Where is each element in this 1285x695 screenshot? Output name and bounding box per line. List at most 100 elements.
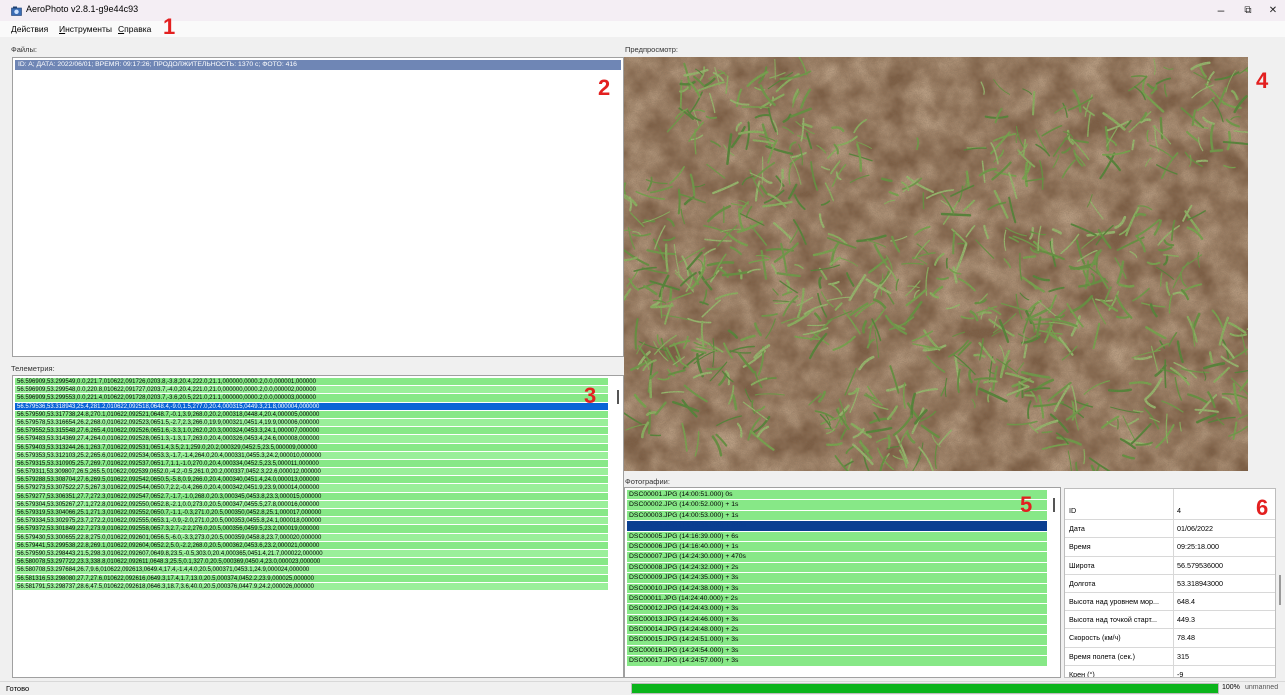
telemetry-row[interactable]: 56.579273,53.307522,27.5,267.3,010622,09…: [15, 484, 608, 493]
photo-row[interactable]: DSC00013.JPG (14:24:46.000) + 3s: [627, 614, 1047, 626]
properties-scrollbar[interactable]: [1279, 575, 1281, 605]
photo-row[interactable]: DSC00009.JPG (14:24:35.000) + 3s: [627, 573, 1047, 584]
telemetry-row[interactable]: 56.579288,53.308704,27.6,269.5,010622,09…: [15, 476, 608, 485]
status-text: Готово: [6, 684, 30, 693]
photo-row[interactable]: DSC00017.JPG (14:24:57.000) + 3s: [627, 656, 1047, 667]
photo-row[interactable]: DSC00003.JPG (14:00:53.000) + 1s: [627, 510, 1047, 522]
telemetry-row[interactable]: 56.579315,53.310905,25.7,269.7,010622,09…: [15, 459, 608, 469]
property-row: Высота над точкой старт... 449.3: [1065, 611, 1275, 630]
telemetry-row[interactable]: 56.596909,53.299548,0.0,220.8,010622,091…: [15, 386, 608, 395]
preview-label: Предпросмотр:: [625, 45, 678, 54]
telemetry-row[interactable]: 56.580708,53.297684,26.7,9.6,010622,0926…: [15, 566, 608, 575]
telemetry-row[interactable]: 56.579304,53.305267,27.1,272.8,010622,09…: [15, 500, 608, 509]
property-key: Время полета (сек.): [1069, 651, 1136, 661]
telemetry-row[interactable]: 56.579590,53.317738,24.8,270.1,010622,09…: [15, 410, 608, 419]
telemetry-list[interactable]: 56.596909,53.299549,0.0,221.7,010622,091…: [12, 375, 624, 678]
telemetry-row[interactable]: 56.579403,53.313244,26.1,263.7,010622,09…: [15, 443, 608, 452]
property-value: 01/06/2022: [1177, 524, 1213, 534]
photos-label: Фотографии:: [625, 477, 670, 486]
menu-actions[interactable]: Действия: [11, 24, 48, 34]
photo-properties-grid: ID 4 Дата 01/06/2022 Время 09:25:18.000 Широта…: [1064, 488, 1276, 678]
telemetry-row[interactable]: 56.579311,53.309807,26.5,265.5,010622,09…: [15, 468, 608, 477]
menu-tools[interactable]: Инструменты: [59, 24, 112, 34]
property-row: ID 4: [1065, 502, 1275, 521]
photo-row[interactable]: DSC00014.JPG (14:24:48.000) + 2s: [627, 625, 1047, 636]
property-row: Высота над уровнем мор... 648.4: [1065, 593, 1275, 612]
progress-bar: [631, 683, 1219, 694]
files-list[interactable]: ID: A; ДАТА: 2022/06/01; ВРЕМЯ: 09:17:26…: [12, 57, 624, 357]
photo-row[interactable]: DSC00004.JPG (14:16:33.000) + 940s: [627, 521, 1047, 532]
property-key: Крен (°): [1069, 669, 1095, 678]
photo-row[interactable]: DSC00010.JPG (14:24:38.000) + 3s: [627, 583, 1047, 594]
progress-fill: [632, 684, 1218, 693]
photos-list[interactable]: DSC00001.JPG (14:00:51.000) 0s DSC00002.J…: [624, 487, 1061, 678]
photo-row[interactable]: DSC00006.JPG (14:16:40.000) + 1s: [627, 541, 1047, 553]
telemetry-row[interactable]: 56.579441,53.299538,22.8,269.1,010622,09…: [15, 541, 608, 550]
property-row: Крен (°) -9: [1065, 666, 1275, 678]
telemetry-row[interactable]: 56.579277,53.306351,27.7,272.3,010622,09…: [15, 492, 608, 501]
telemetry-row[interactable]: 56.579372,53.301849,22.7,273.9,010622,09…: [15, 525, 608, 534]
property-row: Время полета (сек.) 315: [1065, 648, 1275, 666]
property-value: 315: [1177, 651, 1189, 661]
user-name: unmanned: [1245, 684, 1279, 691]
property-key: Время: [1069, 542, 1091, 552]
telemetry-row[interactable]: 56.579590,53.298443,21.5,298.3,010622,09…: [15, 549, 608, 559]
window-title: AeroPhoto v2.8.1-g9e44c93: [26, 4, 139, 14]
photo-row[interactable]: DSC00011.JPG (14:24:40.000) + 2s: [627, 593, 1047, 605]
property-key: Широта: [1069, 560, 1095, 570]
photo-row[interactable]: DSC00016.JPG (14:24:54.000) + 3s: [627, 645, 1047, 657]
property-row: Дата 01/06/2022: [1065, 520, 1275, 539]
property-value: 449.3: [1177, 615, 1195, 625]
callout-2: 2: [598, 75, 611, 100]
property-value: 09:25:18.000: [1177, 542, 1219, 552]
telemetry-row[interactable]: 56.579334,53.302975,23.7,272.2,010622,09…: [15, 517, 608, 526]
menu-bar: Действия Инструменты Справка: [0, 21, 1285, 37]
preview-image: [624, 57, 1248, 471]
close-button[interactable]: ✕: [1264, 5, 1282, 16]
property-key: Скорость (км/ч): [1069, 633, 1121, 643]
property-value: -9: [1177, 669, 1184, 678]
maximize-button[interactable]: ⧉: [1239, 5, 1257, 16]
property-value: 648.4: [1177, 597, 1195, 606]
property-row: Скорость (км/ч) 78.48: [1065, 629, 1275, 648]
progress-percent: 100%: [1222, 684, 1240, 691]
callout-1: 1: [163, 14, 176, 39]
property-key: Высота над уровнем мор...: [1069, 597, 1159, 606]
photo-row[interactable]: DSC00012.JPG (14:24:43.000) + 3s: [627, 604, 1047, 615]
callout-3: 3: [584, 383, 597, 408]
telemetry-row[interactable]: 56.579552,53.315548,27.6,265.4,010622,09…: [15, 427, 608, 436]
telemetry-row[interactable]: 56.579319,53.304066,25.1,271.3,010622,09…: [15, 509, 608, 518]
app-camera-icon: [11, 6, 22, 16]
photos-scrollbar[interactable]: [1053, 498, 1055, 512]
menu-help[interactable]: Справка: [118, 24, 151, 34]
photo-row[interactable]: DSC00005.JPG (14:16:39.000) + 6s: [627, 531, 1047, 542]
minimize-button[interactable]: –: [1212, 3, 1230, 17]
property-key: ID: [1069, 506, 1077, 515]
photo-row[interactable]: DSC00007.JPG (14:24:30.000) + 470s: [627, 552, 1047, 563]
callout-4: 4: [1256, 68, 1269, 93]
telemetry-row[interactable]: 56.596909,53.299553,0.0,221.4,010622,091…: [15, 394, 608, 403]
property-value: 56.579536000: [1177, 560, 1223, 570]
callout-5: 5: [1020, 492, 1033, 517]
files-label: Файлы:: [11, 45, 37, 54]
file-row[interactable]: ID: A; ДАТА: 2022/06/01; ВРЕМЯ: 09:17:26…: [15, 60, 621, 70]
telemetry-row[interactable]: 56.579536,53.318943,25.4,281.2,010622,09…: [15, 402, 608, 411]
telemetry-row[interactable]: 56.579430,53.300655,22.8,275.0,010622,09…: [15, 533, 608, 542]
property-key: Дата: [1069, 524, 1085, 534]
telemetry-row[interactable]: 56.579353,53.312103,25.2,265.6,010622,09…: [15, 451, 608, 460]
telemetry-row[interactable]: 56.579578,53.316654,26.2,268.0,010622,09…: [15, 418, 608, 428]
telemetry-row[interactable]: 56.581791,53.298737,28.6,47.5,010622,092…: [15, 582, 608, 591]
property-value: 78.48: [1177, 633, 1195, 643]
telemetry-row[interactable]: 56.579483,53.314369,27.4,264.0,010622,09…: [15, 435, 608, 444]
photo-row[interactable]: DSC00001.JPG (14:00:51.000) 0s: [627, 490, 1047, 501]
telemetry-scrollbar[interactable]: [617, 390, 619, 404]
telemetry-row[interactable]: 56.596909,53.299549,0.0,221.7,010622,091…: [15, 378, 608, 387]
property-key: Долгота: [1069, 578, 1096, 588]
photo-row[interactable]: DSC00002.JPG (14:00:52.000) + 1s: [627, 500, 1047, 511]
telemetry-row[interactable]: 56.580078,53.297722,23.3,338.8,010622,09…: [15, 558, 608, 567]
telemetry-row[interactable]: 56.581316,53.298080,27.7,27.6,010622,092…: [15, 574, 608, 583]
photo-row[interactable]: DSC00008.JPG (14:24:32.000) + 2s: [627, 562, 1047, 574]
callout-6: 6: [1256, 495, 1269, 520]
photo-row[interactable]: DSC00015.JPG (14:24:51.000) + 3s: [627, 635, 1047, 646]
property-row: Долгота 53.318943000: [1065, 575, 1275, 593]
